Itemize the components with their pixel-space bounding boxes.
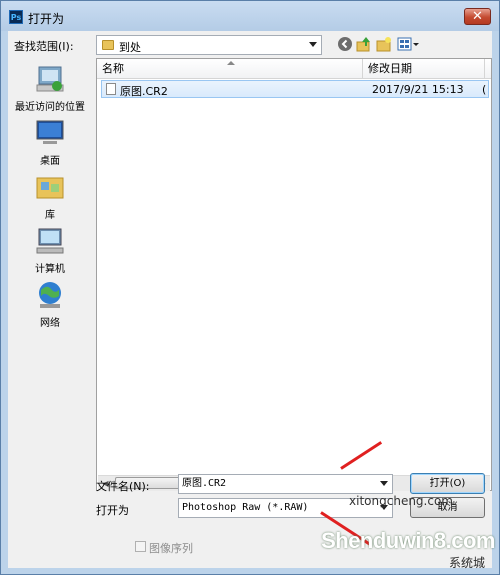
back-icon[interactable] xyxy=(337,36,353,52)
filename-input[interactable]: 原图.CR2 xyxy=(178,474,393,494)
dialog-body: 查找范围(I): 到处 最近访问的位置 桌面 库 计算机 网络 名称 修改日期 … xyxy=(8,31,492,568)
chevron-down-icon xyxy=(309,42,317,47)
computer-icon xyxy=(35,226,65,256)
dialog-title: 打开为 xyxy=(28,12,65,26)
desktop-icon xyxy=(35,118,65,148)
open-button[interactable]: 打开(O) xyxy=(410,473,485,494)
recent-places-icon xyxy=(35,64,65,94)
sidebar-item-label: 网络 xyxy=(40,318,60,329)
openas-label: 打开为 xyxy=(96,504,129,517)
lookin-label: 查找范围(I): xyxy=(14,40,74,53)
openas-value: Photoshop Raw (*.RAW) xyxy=(182,502,309,513)
watermark-bottom: 系统城 xyxy=(448,556,485,570)
sidebar-item-desktop[interactable]: 桌面 xyxy=(8,118,92,167)
file-date: 2017/9/21 15:13 xyxy=(372,83,464,96)
sidebar-item-label: 库 xyxy=(45,210,55,221)
file-icon xyxy=(106,83,116,95)
lookin-dropdown[interactable]: 到处 xyxy=(96,35,322,55)
sidebar-item-libraries[interactable]: 库 xyxy=(8,172,92,221)
image-sequence-label: 图像序列 xyxy=(149,542,193,555)
chevron-down-icon xyxy=(380,481,388,486)
new-folder-icon[interactable] xyxy=(376,36,392,52)
file-name: 原图.CR2 xyxy=(120,85,168,98)
filename-value: 原图.CR2 xyxy=(182,478,227,489)
sidebar-item-recent[interactable]: 最近访问的位置 xyxy=(8,64,92,113)
file-list[interactable]: 名称 修改日期 原图.CR2 2017/9/21 15:13 ( ◀ ||| ▶ xyxy=(96,58,492,491)
libraries-icon xyxy=(35,172,65,202)
column-header: 名称 修改日期 xyxy=(97,59,491,79)
sort-arrow-icon xyxy=(227,61,235,65)
watermark-top: xitongcheng.com xyxy=(349,494,453,508)
file-extra: ( xyxy=(482,83,487,96)
column-name[interactable]: 名称 xyxy=(97,59,363,78)
places-sidebar: 最近访问的位置 桌面 库 计算机 网络 xyxy=(8,58,92,478)
sidebar-item-label: 桌面 xyxy=(40,156,60,167)
list-item[interactable]: 原图.CR2 2017/9/21 15:13 ( xyxy=(101,80,489,98)
filename-label: 文件名(N): xyxy=(96,480,150,493)
sidebar-item-label: 最近访问的位置 xyxy=(15,102,85,113)
lookin-value: 到处 xyxy=(119,41,141,54)
title-bar[interactable]: Ps 打开为 ✕ xyxy=(1,1,499,31)
watermark-main: Shenduwin8.com xyxy=(321,528,495,553)
image-sequence-checkbox[interactable] xyxy=(135,541,146,552)
folder-icon xyxy=(102,40,114,50)
sidebar-item-network[interactable]: 网络 xyxy=(8,280,92,329)
up-folder-icon[interactable] xyxy=(356,36,372,52)
view-menu-icon[interactable] xyxy=(397,36,421,52)
watermark-logo: xitongcheng.com Shenduwin8.com 系统城 xyxy=(305,494,495,572)
photoshop-logo-icon: Ps xyxy=(9,10,23,24)
network-icon xyxy=(35,280,65,310)
sidebar-item-label: 计算机 xyxy=(35,264,65,275)
dialog-window: Ps 打开为 ✕ 查找范围(I): 到处 最近访问的位置 桌面 库 计算机 网络… xyxy=(0,0,500,575)
column-date[interactable]: 修改日期 xyxy=(363,59,485,78)
sidebar-item-computer[interactable]: 计算机 xyxy=(8,226,92,275)
close-button[interactable]: ✕ xyxy=(464,8,491,25)
